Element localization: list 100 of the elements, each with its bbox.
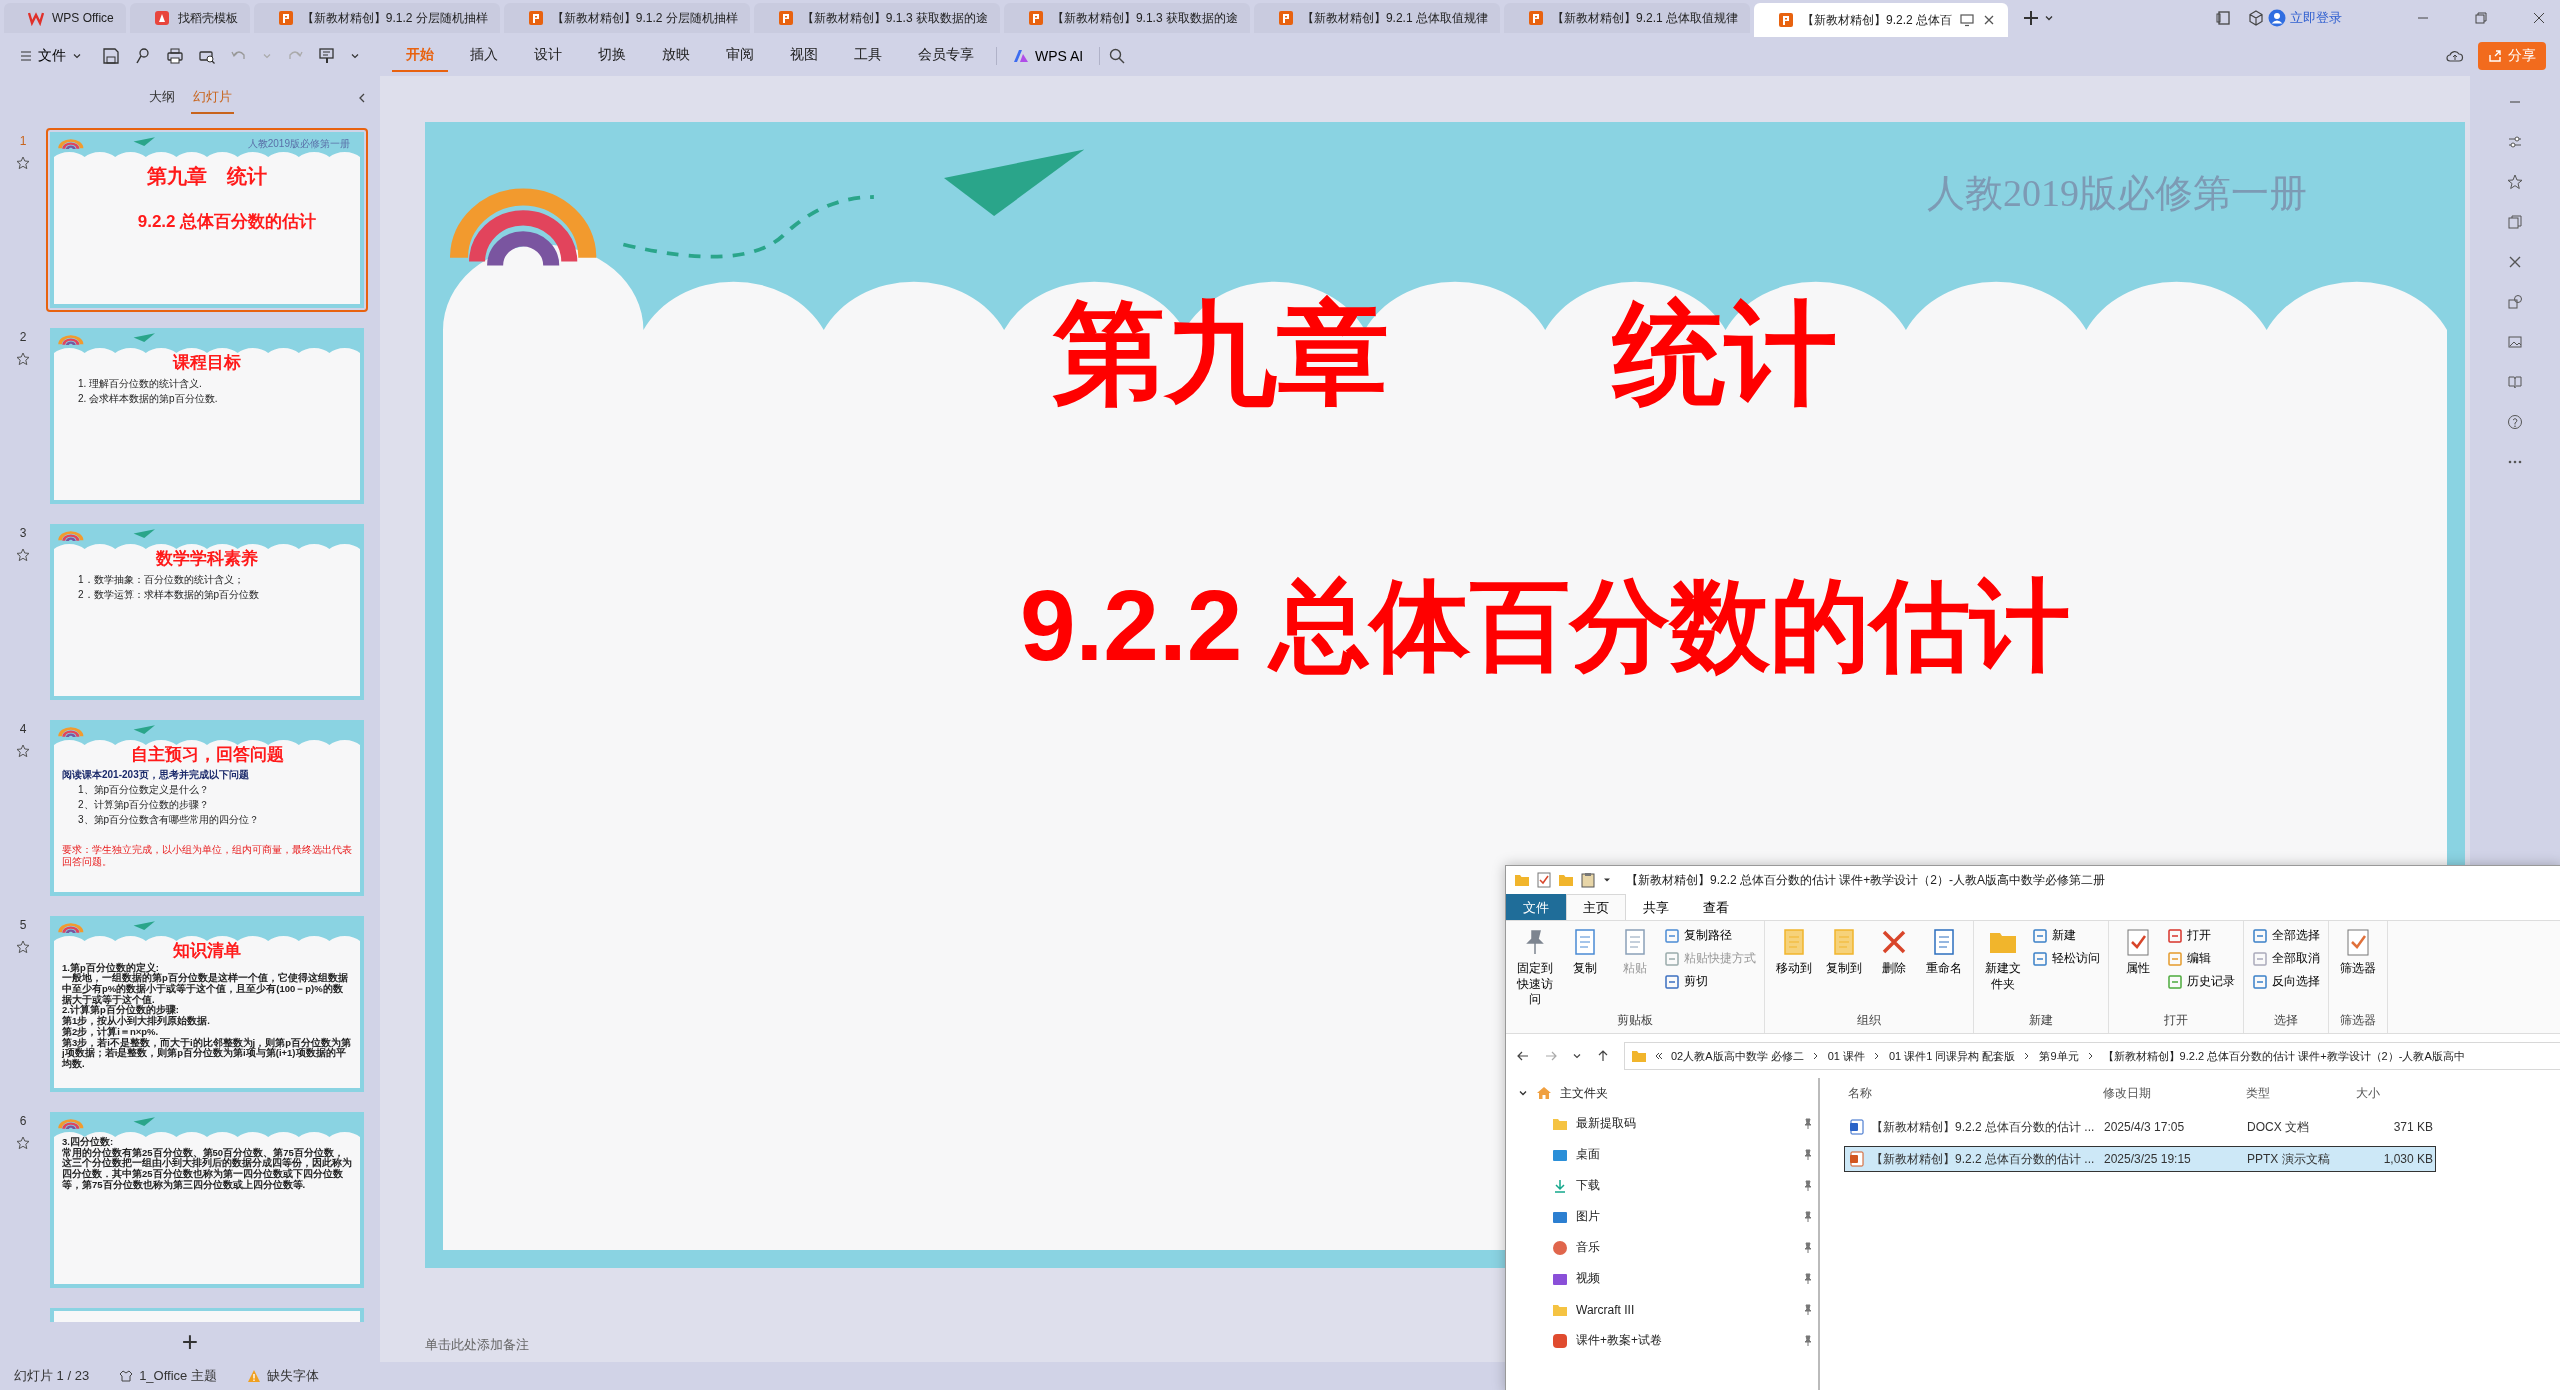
ribbon-button[interactable]: 剪切 — [1662, 971, 1758, 992]
star-icon[interactable] — [16, 940, 30, 954]
up-arrow-icon[interactable] — [1596, 1049, 1610, 1063]
document-tab[interactable]: 【新教材精创】9.1.3 获取数据的途 — [753, 3, 1000, 33]
ribbon-tab[interactable]: 会员专享 — [904, 40, 988, 72]
breadcrumb[interactable]: 02人教A版高中数学 必修二 — [1671, 1048, 1804, 1064]
clipboard-icon[interactable] — [1580, 872, 1596, 888]
ribbon-button[interactable]: 属性 — [2115, 925, 2161, 1010]
restore-icon[interactable] — [2474, 11, 2488, 25]
pin-icon[interactable] — [1802, 1272, 1814, 1285]
tools-icon[interactable] — [2507, 254, 2523, 270]
ai-button[interactable]: WPS AI — [1005, 44, 1092, 68]
ribbon-tab[interactable]: 放映 — [648, 40, 704, 72]
panel-tab[interactable]: 大纲 — [146, 82, 177, 114]
document-tab[interactable]: WPS Office — [4, 3, 126, 33]
nav-item[interactable]: 课件+教案+试卷 — [1518, 1325, 1818, 1356]
pin-icon[interactable] — [1802, 1210, 1814, 1223]
breadcrumb[interactable]: 01 课件1 同课异构 配套版 — [1888, 1048, 2016, 1064]
nav-item[interactable]: 音乐 — [1518, 1232, 1818, 1263]
ribbon-button[interactable]: 新建文件夹 — [1980, 925, 2026, 1010]
caret-icon[interactable] — [350, 51, 360, 61]
login-link[interactable]: 立即登录 — [2290, 9, 2342, 27]
ribbon-button[interactable]: 轻松访问 — [2030, 948, 2102, 969]
document-tab[interactable]: 【新教材精创】9.2.2 总体百 — [1754, 3, 2008, 37]
star-icon[interactable] — [16, 156, 30, 170]
plus-icon[interactable] — [2022, 9, 2040, 27]
window-icon[interactable] — [2216, 10, 2232, 26]
column-header[interactable]: 修改日期 — [2099, 1084, 2242, 1102]
star-icon[interactable] — [16, 352, 30, 366]
cube-icon[interactable] — [2248, 10, 2264, 26]
nav-item[interactable]: 主文件夹 — [1518, 1078, 1818, 1108]
document-tab[interactable]: 【新教材精创】9.1.2 分层随机抽样 — [503, 3, 750, 33]
ribbon-tab[interactable]: 文件 — [1506, 894, 1566, 920]
document-tab[interactable]: 【新教材精创】9.1.2 分层随机抽样 — [253, 3, 500, 33]
notes-placeholder[interactable]: 单击此处添加备注 — [425, 1336, 529, 1354]
print-icon[interactable] — [166, 47, 184, 65]
file-menu[interactable]: 文件 — [14, 43, 88, 69]
address-bar[interactable]: 02人教A版高中数学 必修二 01 课件 01 课件1 同课异构 配套版 第9单元 【新教材精创】9.2.2 总体百分数的估计 课件+教学设计（2）-人教A版高中 — [1624, 1042, 2560, 1070]
search-icon[interactable] — [1108, 47, 1127, 65]
sliders-icon[interactable] — [2507, 134, 2523, 150]
ribbon-button[interactable]: 筛选器 — [2335, 925, 2381, 1010]
caret-icon[interactable] — [2044, 13, 2054, 23]
ribbon-button[interactable]: 全部选择 — [2250, 925, 2322, 946]
ribbon-button[interactable]: 删除 — [1871, 925, 1917, 1010]
document-tab[interactable]: 找稻壳模板 — [129, 3, 250, 33]
avatar-icon[interactable] — [2268, 9, 2286, 27]
add-slide-button[interactable]: + — [173, 1328, 207, 1356]
star-icon[interactable] — [16, 548, 30, 562]
theme-name[interactable]: 1_Office 主题 — [139, 1367, 217, 1385]
ribbon-button[interactable]: 打开 — [2165, 925, 2237, 946]
ribbon-tab[interactable]: 主页 — [1566, 894, 1626, 920]
nav-item[interactable]: 视频 — [1518, 1263, 1818, 1294]
close-icon[interactable] — [1982, 13, 1996, 27]
ribbon-tab[interactable]: 审阅 — [712, 40, 768, 72]
star-icon[interactable] — [16, 1136, 30, 1150]
ribbon-tab[interactable]: 共享 — [1626, 894, 1686, 920]
copy-icon[interactable] — [2507, 214, 2523, 230]
ribbon-button[interactable]: 全部取消 — [2250, 948, 2322, 969]
missing-font-link[interactable]: 缺失字体 — [266, 1367, 319, 1385]
close-icon[interactable] — [2532, 11, 2546, 25]
image-icon[interactable] — [2507, 334, 2523, 350]
breadcrumb[interactable]: 【新教材精创】9.2.2 总体百分数的估计 课件+教学设计（2）-人教A版高中 — [2102, 1048, 2465, 1064]
file-row[interactable]: 【新教材精创】9.2.2 总体百分数的估计 ... 2025/4/3 17:05 DOCX 文档 371 KB — [1844, 1114, 2436, 1140]
ribbon-button[interactable]: 新建 — [2030, 925, 2102, 946]
column-header[interactable]: 类型 — [2242, 1084, 2352, 1102]
breadcrumb[interactable]: 第9单元 — [2039, 1048, 2079, 1064]
save-icon[interactable] — [102, 47, 120, 65]
monitor-icon[interactable] — [1960, 13, 1974, 27]
ribbon-button[interactable]: 固定到快速访问 — [1512, 925, 1558, 1010]
file-row[interactable]: 【新教材精创】9.2.2 总体百分数的估计 ... 2025/3/25 19:15 PPTX 演示文稿 1,030 KB — [1844, 1146, 2436, 1172]
checklist-icon[interactable] — [1536, 872, 1552, 888]
ribbon-tab[interactable]: 视图 — [776, 40, 832, 72]
help-icon[interactable] — [2507, 414, 2523, 430]
ribbon-tab[interactable]: 工具 — [840, 40, 896, 72]
format-painter-icon[interactable] — [318, 47, 336, 65]
pin-icon[interactable] — [1802, 1148, 1814, 1161]
nav-item[interactable]: 桌面 — [1518, 1139, 1818, 1170]
shapes-icon[interactable] — [2507, 294, 2523, 310]
column-header[interactable]: 大小 — [2352, 1084, 2432, 1102]
ribbon-button[interactable]: 复制路径 — [1662, 925, 1758, 946]
star-icon[interactable] — [16, 744, 30, 758]
nav-item[interactable]: Warcraft III — [1518, 1294, 1818, 1325]
pin-icon[interactable] — [1802, 1334, 1814, 1347]
nav-item[interactable]: 图片 — [1518, 1201, 1818, 1232]
ribbon-tab[interactable]: 查看 — [1686, 894, 1746, 920]
document-tab[interactable]: 【新教材精创】9.2.1 总体取值规律 — [1503, 3, 1750, 33]
ribbon-button[interactable]: 移动到 — [1771, 925, 1817, 1010]
ribbon-tab[interactable]: 插入 — [456, 40, 512, 72]
star-icon[interactable] — [2507, 174, 2523, 190]
pin-icon[interactable] — [1802, 1241, 1814, 1254]
back-icon[interactable] — [1516, 1049, 1530, 1063]
ribbon-button[interactable]: 反向选择 — [2250, 971, 2322, 992]
document-tab[interactable]: 【新教材精创】9.1.3 获取数据的途 — [1003, 3, 1250, 33]
column-header[interactable]: 名称 — [1844, 1084, 2099, 1102]
ribbon-button[interactable]: 复制到 — [1821, 925, 1867, 1010]
ribbon-tab[interactable]: 设计 — [520, 40, 576, 72]
ribbon-button[interactable]: 复制 — [1562, 925, 1608, 1010]
ribbon-button[interactable]: 重命名 — [1921, 925, 1967, 1010]
pin-icon[interactable] — [1802, 1117, 1814, 1130]
breadcrumb[interactable]: 01 课件 — [1827, 1048, 1865, 1064]
